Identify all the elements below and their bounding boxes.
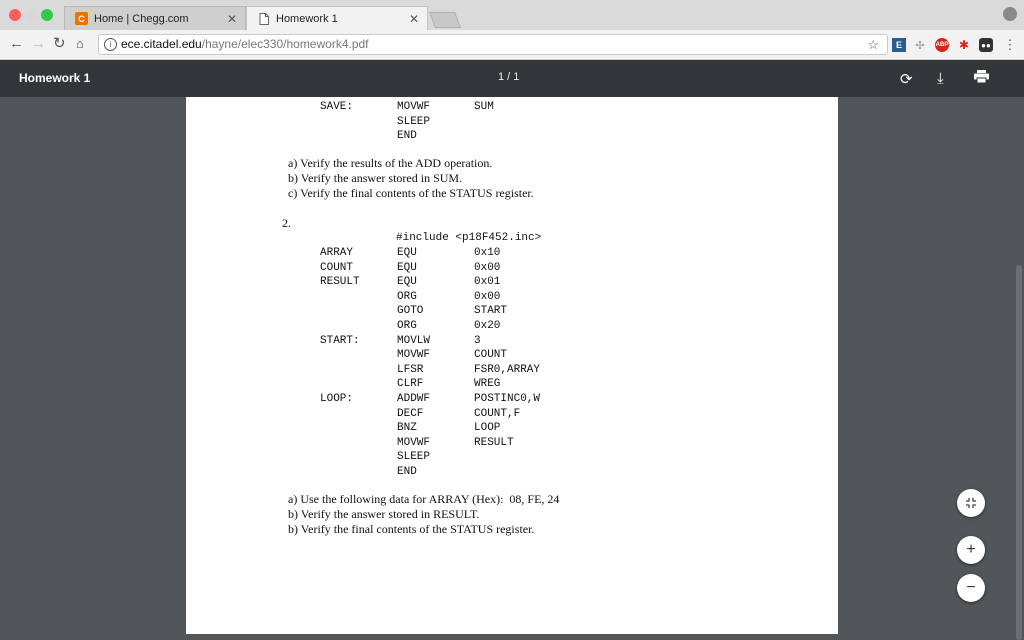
tab-homework[interactable]: Homework 1 ✕ — [246, 6, 428, 30]
code-op: EQU — [397, 261, 417, 274]
pdf-page: SAVE: MOVWF SUM SLEEP END a) Verify the resu… — [186, 97, 838, 634]
zoom-in-button[interactable]: + — [957, 536, 985, 564]
question-1b: b) Verify the answer stored in SUM. — [288, 171, 463, 185]
close-tab-icon[interactable]: ✕ — [227, 12, 237, 26]
question-1c: c) Verify the final contents of the STAT… — [288, 186, 534, 200]
code-op: GOTO — [397, 305, 424, 318]
code-label: ARRAY — [320, 247, 354, 259]
question-2a: a) Use the following data for ARRAY (Hex… — [288, 492, 560, 506]
rotate-icon[interactable]: ⟳ — [900, 70, 913, 88]
back-icon[interactable]: ← — [9, 36, 24, 52]
include-line: #include <p18F452.inc> — [396, 232, 542, 244]
code-arg: WREG — [474, 378, 501, 391]
code-arg: LOOP — [474, 422, 501, 435]
pdf-toolbar: Homework 1 1 / 1 ⟳ ⤓ — [0, 60, 1024, 97]
code-op: DECF — [397, 407, 424, 420]
fit-to-page-icon — [966, 498, 976, 508]
address-bar[interactable]: i ece.citadel.edu/hayne/elec330/homework… — [98, 34, 888, 55]
tab-title: Homework 1 — [276, 12, 338, 25]
bookmark-star-icon[interactable]: ☆ — [867, 35, 879, 54]
scrollbar[interactable] — [1016, 265, 1022, 640]
pdf-title: Homework 1 — [19, 71, 91, 85]
code-op: END — [397, 466, 417, 478]
code-label: RESULT — [320, 276, 360, 289]
code-op: EQU — [397, 247, 417, 259]
code-arg: 0x10 — [474, 247, 501, 259]
code-label: SAVE: — [320, 101, 354, 113]
code-arg: 0x01 — [474, 276, 501, 289]
tab-chegg[interactable]: C Home | Chegg.com ✕ — [64, 6, 246, 30]
chegg-favicon-icon: C — [75, 12, 88, 25]
profile-icon[interactable] — [1003, 7, 1017, 21]
code-op: EQU — [397, 276, 417, 289]
new-tab-button[interactable] — [429, 12, 461, 28]
code-label: COUNT — [320, 261, 354, 274]
question-2-number: 2. — [282, 216, 291, 230]
url-path: /hayne/elec330/homework4.pdf — [201, 37, 369, 51]
code-arg: RESULT — [474, 436, 514, 449]
forward-icon[interactable]: → — [31, 36, 46, 52]
code-op: ADDWF — [397, 393, 431, 405]
extension-red-icon[interactable]: ✱ — [957, 38, 971, 52]
extension-e-icon[interactable]: E — [892, 38, 906, 52]
code-arg: POSTINC0,W — [474, 393, 541, 405]
code-arg: 3 — [474, 334, 481, 347]
code-arg: 0x00 — [474, 261, 501, 274]
url-host: ece.citadel.edu — [121, 37, 202, 51]
code-op: MOVWF — [397, 436, 431, 449]
browser-toolbar: ← → ↻ ⌂ i ece.citadel.edu/hayne/elec330/… — [0, 30, 1024, 60]
code-arg: COUNT,F — [474, 407, 521, 420]
document-favicon-icon — [257, 12, 270, 25]
maximize-window-button[interactable] — [41, 9, 53, 21]
adblock-plus-icon[interactable]: ABP — [935, 38, 949, 52]
fit-page-button[interactable] — [957, 489, 985, 517]
code-op: ORG — [397, 290, 417, 303]
reload-icon[interactable]: ↻ — [53, 36, 66, 52]
page-indicator: 1 / 1 — [498, 71, 520, 83]
tab-title: Home | Chegg.com — [94, 12, 189, 25]
zoom-out-button[interactable]: − — [957, 574, 985, 602]
question-1a: a) Verify the results of the ADD operati… — [288, 156, 493, 170]
tab-strip: C Home | Chegg.com ✕ Homework 1 ✕ — [0, 0, 1024, 30]
code-op: SLEEP — [397, 115, 431, 128]
code-op: END — [397, 130, 417, 143]
code-op: CLRF — [397, 378, 424, 391]
code-op: SLEEP — [397, 451, 431, 464]
code-label: LOOP: — [320, 393, 354, 405]
code-op: BNZ — [397, 422, 417, 435]
code-arg: 0x00 — [474, 290, 501, 303]
code-label: START: — [320, 334, 360, 347]
close-window-button[interactable] — [9, 9, 21, 21]
question-2c: b) Verify the final contents of the STAT… — [288, 522, 535, 536]
code-arg: START — [474, 305, 508, 318]
question-2b: b) Verify the answer stored in RESULT. — [288, 507, 480, 521]
minimize-window-button[interactable] — [25, 9, 37, 21]
code-op: MOVWF — [397, 349, 431, 362]
code-op: MOVWF — [397, 101, 431, 113]
extension-glasses-icon[interactable]: ●● — [979, 38, 993, 52]
info-icon[interactable]: i — [104, 38, 117, 51]
code-arg: FSR0,ARRAY — [474, 363, 541, 376]
code-op: LFSR — [397, 363, 424, 376]
close-tab-icon[interactable]: ✕ — [409, 12, 419, 26]
code-op: MOVLW — [397, 334, 431, 347]
menu-icon[interactable]: ⋮ — [1003, 37, 1017, 52]
print-icon[interactable] — [974, 70, 989, 87]
extension-puzzle-icon[interactable]: ✣ — [913, 38, 927, 52]
code-arg: 0x20 — [474, 320, 501, 332]
code-arg: SUM — [474, 101, 494, 113]
download-icon[interactable]: ⤓ — [937, 70, 944, 87]
code-arg: COUNT — [474, 349, 508, 362]
code-op: ORG — [397, 320, 417, 332]
home-icon[interactable]: ⌂ — [76, 36, 84, 52]
